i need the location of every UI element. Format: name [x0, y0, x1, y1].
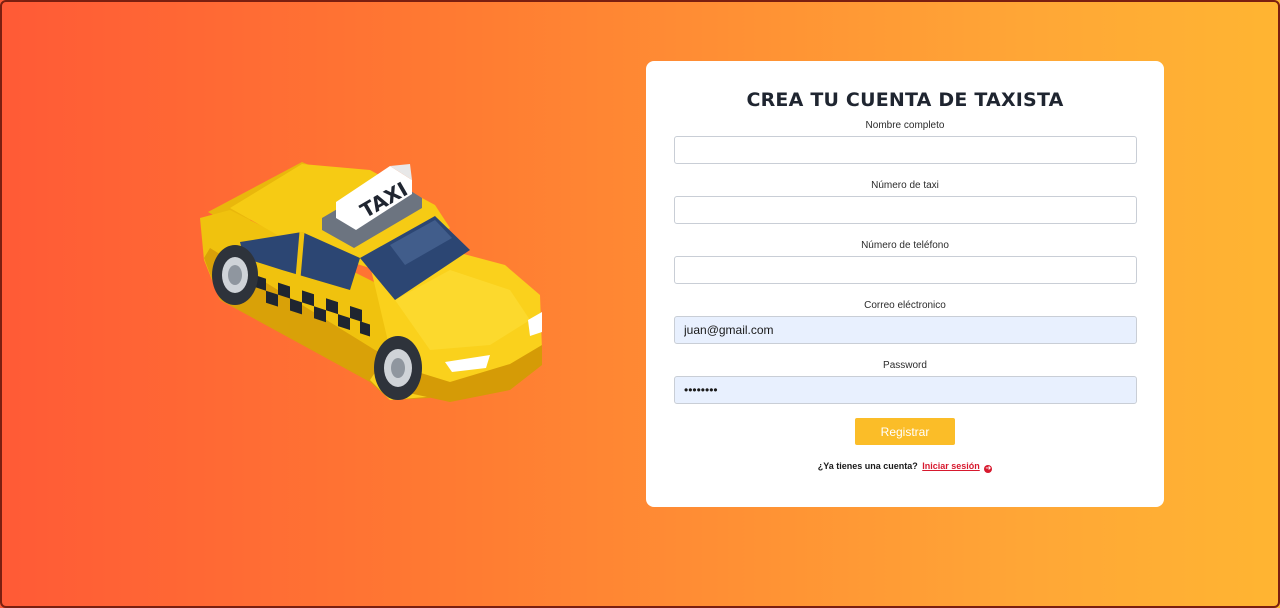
correo-input[interactable]	[674, 316, 1137, 344]
field-telefono: Número de teléfono	[674, 240, 1137, 284]
register-card: CREA TU CUENTA DE TAXISTA Nombre complet…	[646, 61, 1164, 507]
field-correo: Correo eléctronico	[674, 300, 1137, 344]
login-prompt-text: ¿Ya tienes una cuenta?	[817, 461, 918, 471]
password-input[interactable]	[674, 376, 1137, 404]
nombre-label: Nombre completo	[865, 120, 945, 131]
field-password: Password	[674, 360, 1137, 404]
field-numero-taxi: Número de taxi	[674, 180, 1137, 224]
numero-taxi-label: Número de taxi	[871, 180, 939, 191]
registrar-button[interactable]: Registrar	[855, 418, 955, 445]
nombre-input[interactable]	[674, 136, 1137, 164]
taxi-car-icon: TAXI	[200, 162, 542, 402]
arrow-right-circle-icon[interactable]: ➜	[984, 465, 993, 473]
field-nombre: Nombre completo	[674, 120, 1137, 164]
taxi-illustration: TAXI	[190, 150, 560, 420]
correo-label: Correo eléctronico	[864, 300, 946, 311]
telefono-input[interactable]	[674, 256, 1137, 284]
numero-taxi-input[interactable]	[674, 196, 1137, 224]
telefono-label: Número de teléfono	[861, 240, 949, 251]
iniciar-sesion-link[interactable]: Iniciar sesión	[922, 461, 980, 471]
submit-row: Registrar	[674, 418, 1136, 445]
password-label: Password	[883, 360, 927, 371]
login-prompt-row: ¿Ya tienes una cuenta? Iniciar sesión ➜	[674, 461, 1136, 473]
page-title: CREA TU CUENTA DE TAXISTA	[746, 89, 1064, 111]
